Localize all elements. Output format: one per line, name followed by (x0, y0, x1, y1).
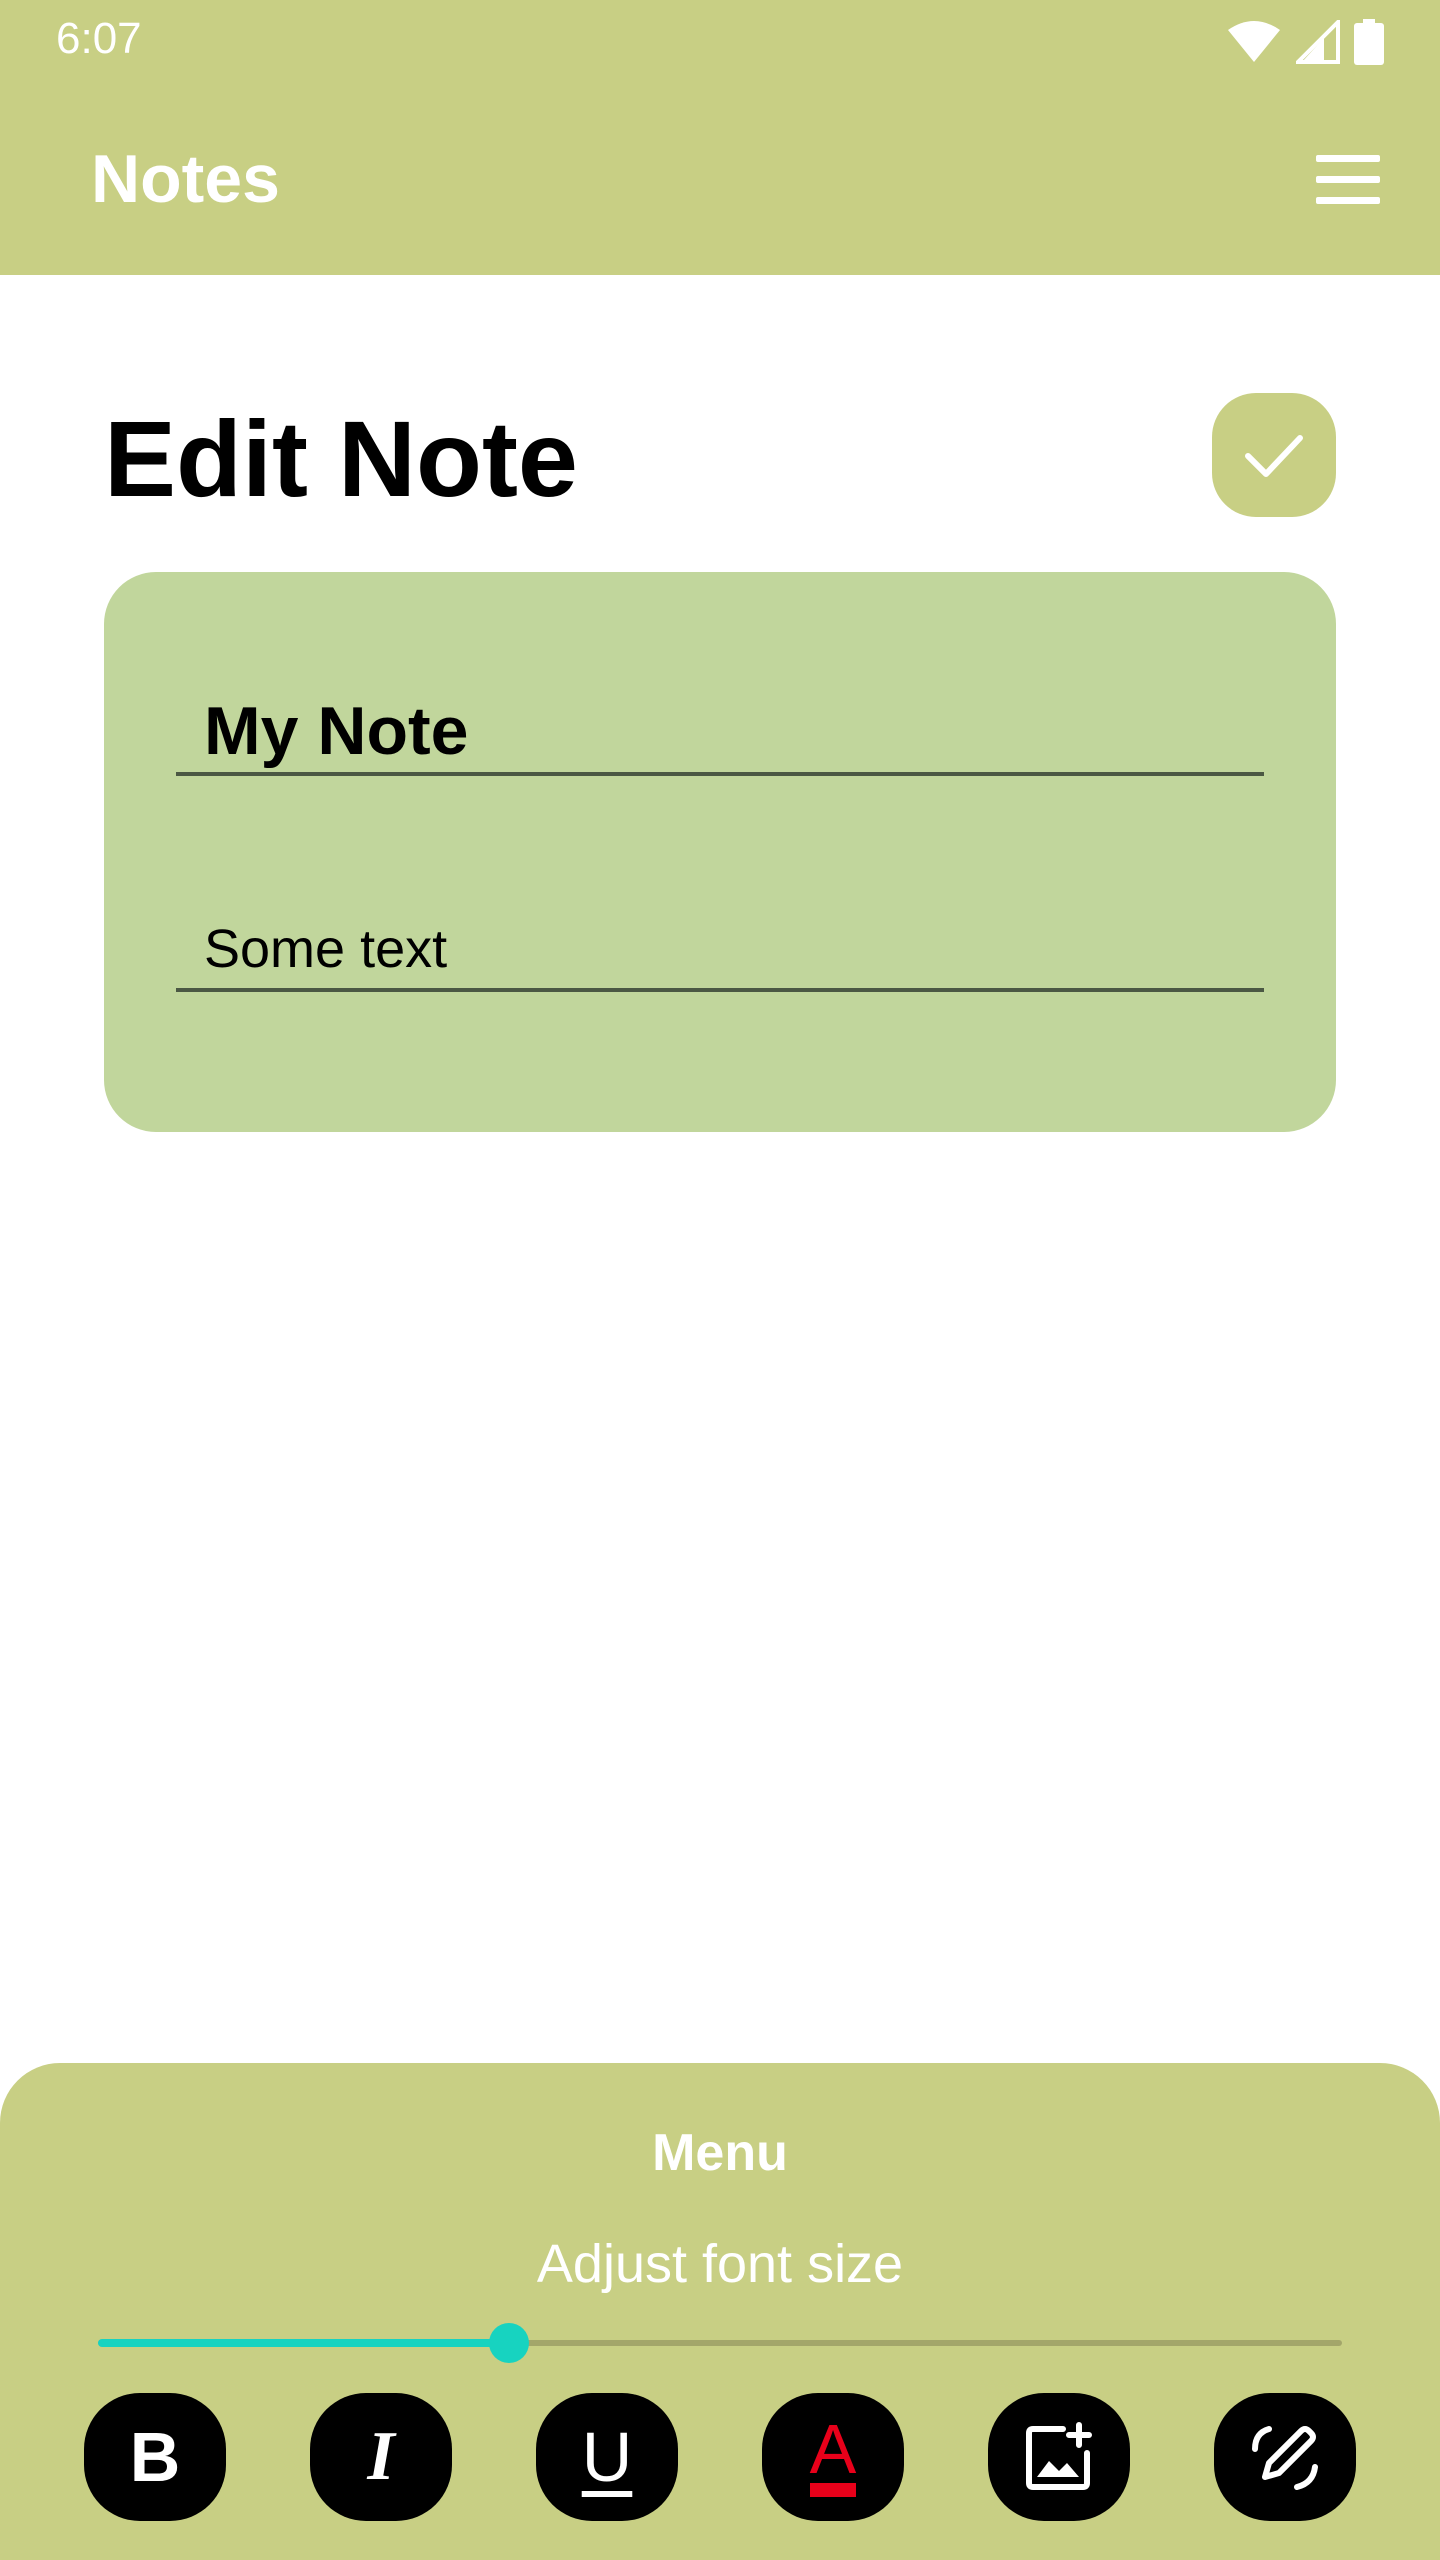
app-title: Notes (91, 141, 280, 217)
note-body-field-container (176, 912, 1264, 992)
menu-title: Menu (652, 2124, 788, 2182)
slider-active-track (98, 2339, 509, 2347)
battery-icon (1354, 19, 1384, 65)
check-icon (1245, 435, 1303, 477)
status-icons (1226, 14, 1384, 70)
note-body-input[interactable] (176, 912, 1264, 986)
text-color-icon: A (809, 2414, 857, 2497)
note-card (104, 572, 1336, 1132)
status-time: 6:07 (56, 14, 142, 63)
cellular-signal-icon (1296, 20, 1340, 64)
slider-thumb[interactable] (488, 2323, 529, 2363)
add-image-icon (1026, 2422, 1092, 2490)
bold-icon: B (129, 2418, 181, 2496)
font-size-slider[interactable] (98, 2323, 1342, 2363)
page-title: Edit Note (104, 398, 578, 519)
draw-button[interactable] (1214, 2393, 1356, 2521)
underline-button[interactable]: U (536, 2393, 678, 2521)
italic-icon: I (367, 2418, 395, 2495)
font-size-label: Adjust font size (536, 2234, 904, 2294)
pencil-draw-icon (1252, 2426, 1318, 2490)
save-button[interactable] (1212, 393, 1336, 517)
note-title-input[interactable] (176, 692, 1264, 770)
wifi-icon (1228, 21, 1280, 62)
underline-icon: U (581, 2418, 633, 2496)
italic-button[interactable]: I (310, 2393, 452, 2521)
menu-sheet: Menu Adjust font size B I U A (0, 2063, 1440, 2560)
app-bar: 6:07 Notes (0, 0, 1440, 275)
formatting-toolbar: B I U A (0, 2393, 1440, 2521)
note-title-field-container (176, 692, 1264, 776)
add-image-button[interactable] (988, 2393, 1130, 2521)
bold-button[interactable]: B (84, 2393, 226, 2521)
text-color-button[interactable]: A (762, 2393, 904, 2521)
hamburger-menu-icon[interactable] (1316, 155, 1380, 205)
